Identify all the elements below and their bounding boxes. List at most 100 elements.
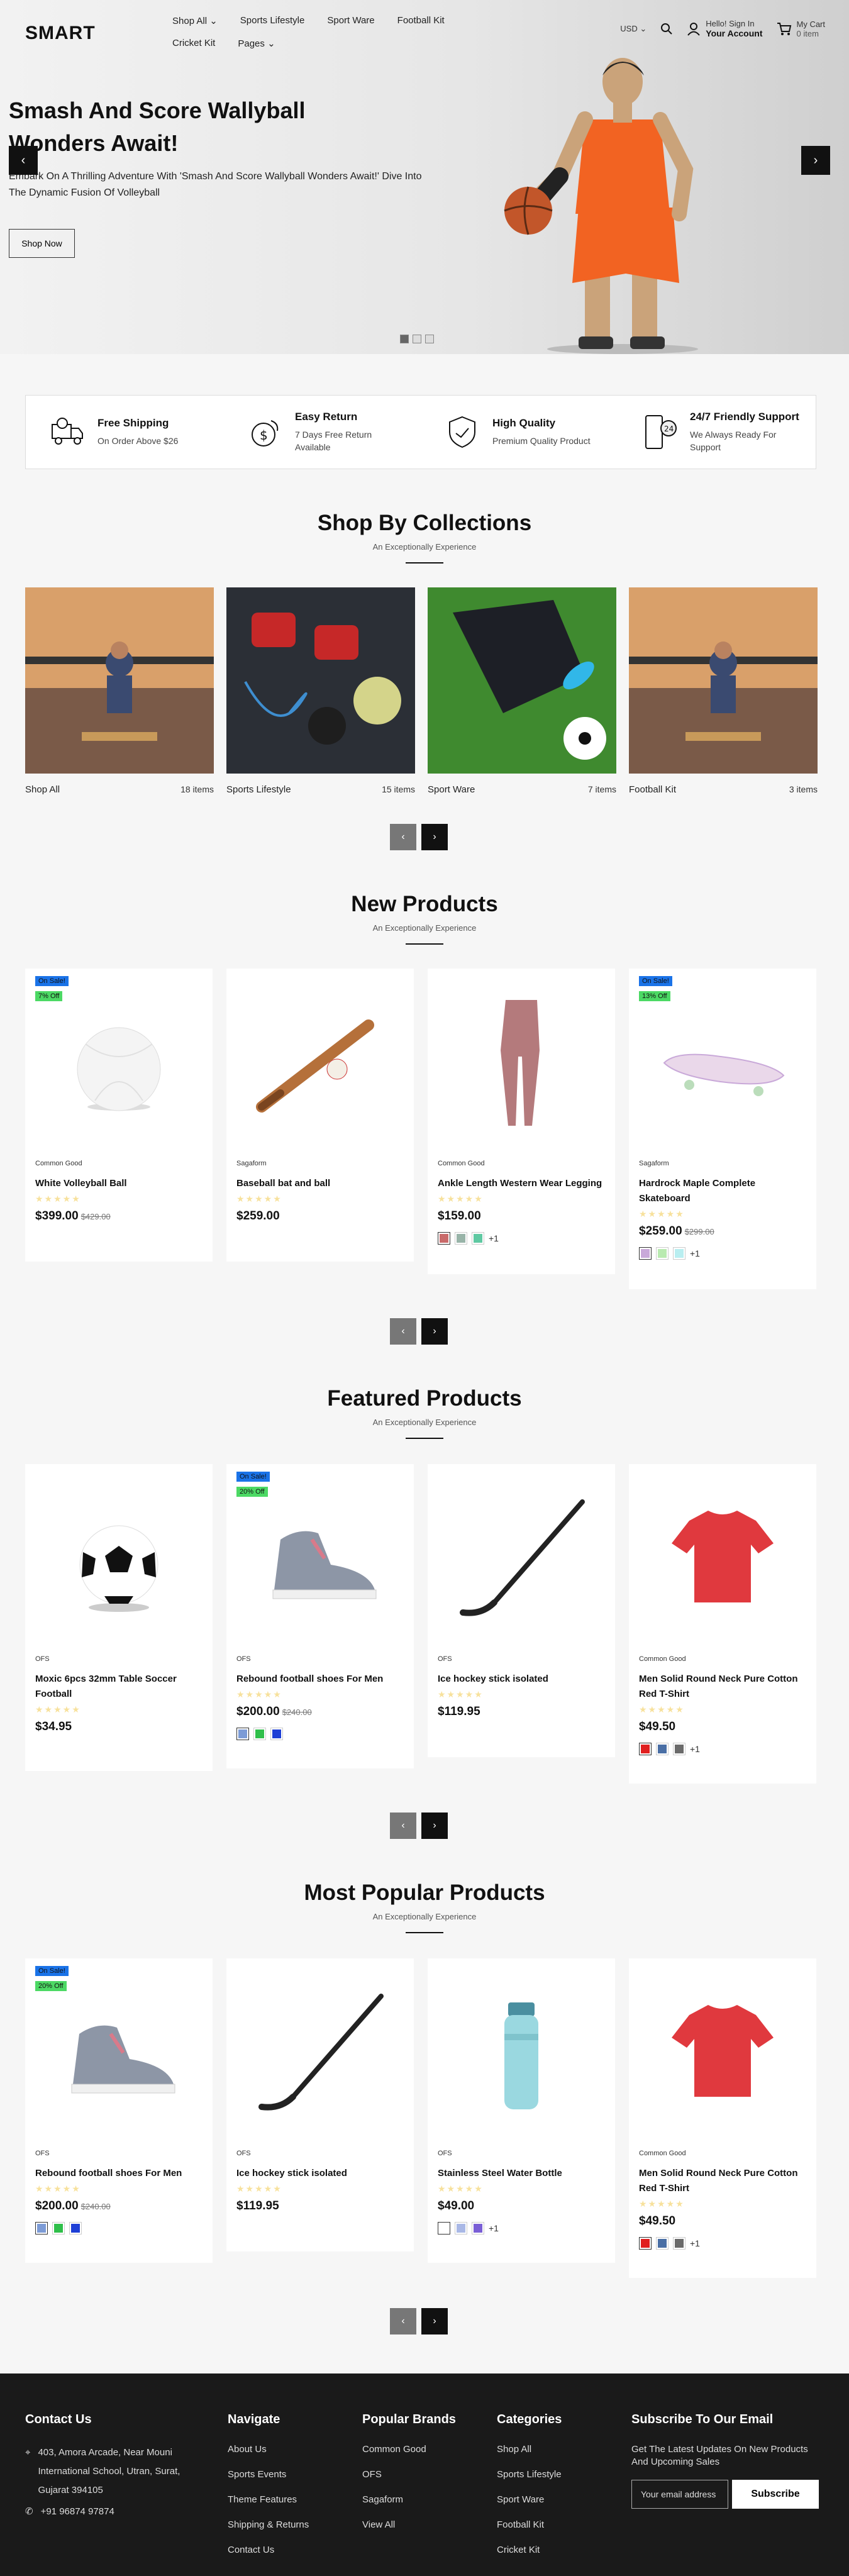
nav-pages[interactable]: Pages ⌄	[238, 38, 275, 49]
footer-link[interactable]: Football Kit	[497, 2519, 562, 2531]
next-button[interactable]: ›	[421, 2308, 448, 2334]
product-card[interactable]: OFS Ice hockey stick isolated ★★★★★ $119…	[428, 1464, 615, 1757]
color-swatch[interactable]	[639, 1247, 652, 1260]
search-icon[interactable]	[660, 23, 673, 35]
product-name[interactable]: Men Solid Round Neck Pure Cotton Red T-S…	[639, 1672, 806, 1702]
next-button[interactable]: ›	[421, 1318, 448, 1345]
color-swatch[interactable]	[673, 2237, 685, 2250]
footer-link[interactable]: Sports Lifestyle	[497, 2468, 562, 2481]
color-swatch[interactable]	[35, 2222, 48, 2235]
slide-dot[interactable]	[425, 335, 434, 343]
color-swatch[interactable]	[69, 2222, 82, 2235]
color-swatch[interactable]	[639, 1743, 652, 1755]
hero-next-arrow[interactable]: ›	[801, 146, 830, 175]
color-swatch[interactable]	[656, 2237, 669, 2250]
footer-link[interactable]: Shipping & Returns	[228, 2519, 309, 2531]
footer-link[interactable]: Sagaform	[362, 2494, 456, 2506]
product-card[interactable]: On Sale! 13% Off Sagaform Hardrock Maple…	[629, 969, 816, 1289]
more-colors[interactable]: +1	[690, 2238, 700, 2248]
color-swatch[interactable]	[639, 2237, 652, 2250]
color-swatch[interactable]	[472, 2222, 484, 2235]
slide-dot[interactable]	[400, 335, 409, 343]
color-swatch[interactable]	[236, 1728, 249, 1740]
next-button[interactable]: ›	[421, 1813, 448, 1839]
prev-button[interactable]: ‹	[390, 824, 416, 850]
footer-link[interactable]: Sport Ware	[497, 2494, 562, 2506]
currency-selector[interactable]: USD ⌄	[620, 24, 646, 34]
color-swatch[interactable]	[438, 2222, 450, 2235]
cart-link[interactable]: My Cart 0 item	[777, 19, 825, 38]
nav-football-kit[interactable]: Football Kit	[397, 15, 445, 26]
product-card[interactable]: Common Good Men Solid Round Neck Pure Co…	[629, 1464, 816, 1784]
product-card[interactable]: Common Good Men Solid Round Neck Pure Co…	[629, 1958, 816, 2278]
shop-now-button[interactable]: Shop Now	[9, 229, 75, 258]
collection-card[interactable]: Shop All 18 items	[25, 587, 214, 795]
prev-button[interactable]: ‹	[390, 1813, 416, 1839]
prev-button[interactable]: ‹	[390, 2308, 416, 2334]
footer-link[interactable]: Sports Events	[228, 2468, 309, 2481]
product-name[interactable]: Ice hockey stick isolated	[438, 1672, 605, 1687]
product-card[interactable]: Common Good Ankle Length Western Wear Le…	[428, 969, 615, 1274]
nav-sports-lifestyle[interactable]: Sports Lifestyle	[240, 15, 305, 26]
nav-cricket-kit[interactable]: Cricket Kit	[172, 38, 215, 49]
color-swatch[interactable]	[455, 2222, 467, 2235]
color-swatch[interactable]	[455, 1232, 467, 1245]
product-price: $34.95	[35, 1720, 203, 1734]
footer-link[interactable]: Cricket Kit	[497, 2544, 562, 2557]
account-link[interactable]: Hello! Sign In Your Account	[687, 19, 763, 38]
product-card[interactable]: OFS Moxic 6pcs 32mm Table Soccer Footbal…	[25, 1464, 213, 1771]
more-colors[interactable]: +1	[690, 1744, 700, 1754]
more-colors[interactable]: +1	[489, 1233, 499, 1243]
subscribe-button[interactable]: Subscribe	[732, 2480, 819, 2509]
color-swatch[interactable]	[253, 1728, 266, 1740]
product-card[interactable]: On Sale! 20% Off OFS Rebound football sh…	[25, 1958, 213, 2263]
nav-sport-ware[interactable]: Sport Ware	[327, 15, 374, 26]
slide-dot[interactable]	[413, 335, 421, 343]
prev-button[interactable]: ‹	[390, 1318, 416, 1345]
site-logo[interactable]: SMART	[25, 23, 96, 44]
footer-link[interactable]: View All	[362, 2519, 456, 2531]
footer-link[interactable]: About Us	[228, 2443, 309, 2456]
collection-card[interactable]: Football Kit 3 items	[629, 587, 818, 795]
color-swatch[interactable]	[472, 1232, 484, 1245]
product-name[interactable]: Moxic 6pcs 32mm Table Soccer Football	[35, 1672, 203, 1702]
footer-link[interactable]: Shop All	[497, 2443, 562, 2456]
product-name[interactable]: Rebound football shoes For Men	[35, 2166, 203, 2181]
email-field[interactable]	[631, 2480, 728, 2509]
color-swatch[interactable]	[270, 1728, 283, 1740]
product-card[interactable]: On Sale! 20% Off OFS Rebound football sh…	[226, 1464, 414, 1768]
product-name[interactable]: Men Solid Round Neck Pure Cotton Red T-S…	[639, 2166, 806, 2196]
product-name[interactable]: Rebound football shoes For Men	[236, 1672, 404, 1687]
product-name[interactable]: Ankle Length Western Wear Legging	[438, 1176, 605, 1191]
footer-phone[interactable]: ✆ +91 96874 97874	[25, 2502, 208, 2521]
product-name[interactable]: Stainless Steel Water Bottle	[438, 2166, 605, 2181]
more-colors[interactable]: +1	[489, 2223, 499, 2233]
rating-stars: ★★★★★	[236, 1689, 282, 1699]
product-name[interactable]: Baseball bat and ball	[236, 1176, 404, 1191]
collection-card[interactable]: Sport Ware 7 items	[428, 587, 616, 795]
product-card[interactable]: OFS Ice hockey stick isolated ★★★★★ $119…	[226, 1958, 414, 2251]
product-name[interactable]: Ice hockey stick isolated	[236, 2166, 404, 2181]
rating-stars: ★★★★★	[438, 1194, 484, 1204]
footer-link[interactable]: Common Good	[362, 2443, 456, 2456]
product-name[interactable]: White Volleyball Ball	[35, 1176, 203, 1191]
product-card[interactable]: OFS Stainless Steel Water Bottle ★★★★★ $…	[428, 1958, 615, 2263]
collection-card[interactable]: Sports Lifestyle 15 items	[226, 587, 415, 795]
next-button[interactable]: ›	[421, 824, 448, 850]
footer-link[interactable]: Theme Features	[228, 2494, 309, 2506]
color-swatch[interactable]	[673, 1743, 685, 1755]
color-swatch[interactable]	[52, 2222, 65, 2235]
product-card[interactable]: On Sale! 7% Off Common Good White Volley…	[25, 969, 213, 1262]
hero-prev-arrow[interactable]: ‹	[9, 146, 38, 175]
nav-shop-all[interactable]: Shop All ⌄	[172, 15, 218, 26]
color-swatch[interactable]	[673, 1247, 685, 1260]
more-colors[interactable]: +1	[690, 1248, 700, 1258]
color-swatch[interactable]	[656, 1247, 669, 1260]
footer-link[interactable]: OFS	[362, 2468, 456, 2481]
old-price: $299.00	[684, 1227, 714, 1236]
product-card[interactable]: Sagaform Baseball bat and ball ★★★★★ $25…	[226, 969, 414, 1262]
footer-link[interactable]: Contact Us	[228, 2544, 309, 2557]
color-swatch[interactable]	[656, 1743, 669, 1755]
product-name[interactable]: Hardrock Maple Complete Skateboard	[639, 1176, 806, 1206]
color-swatch[interactable]	[438, 1232, 450, 1245]
